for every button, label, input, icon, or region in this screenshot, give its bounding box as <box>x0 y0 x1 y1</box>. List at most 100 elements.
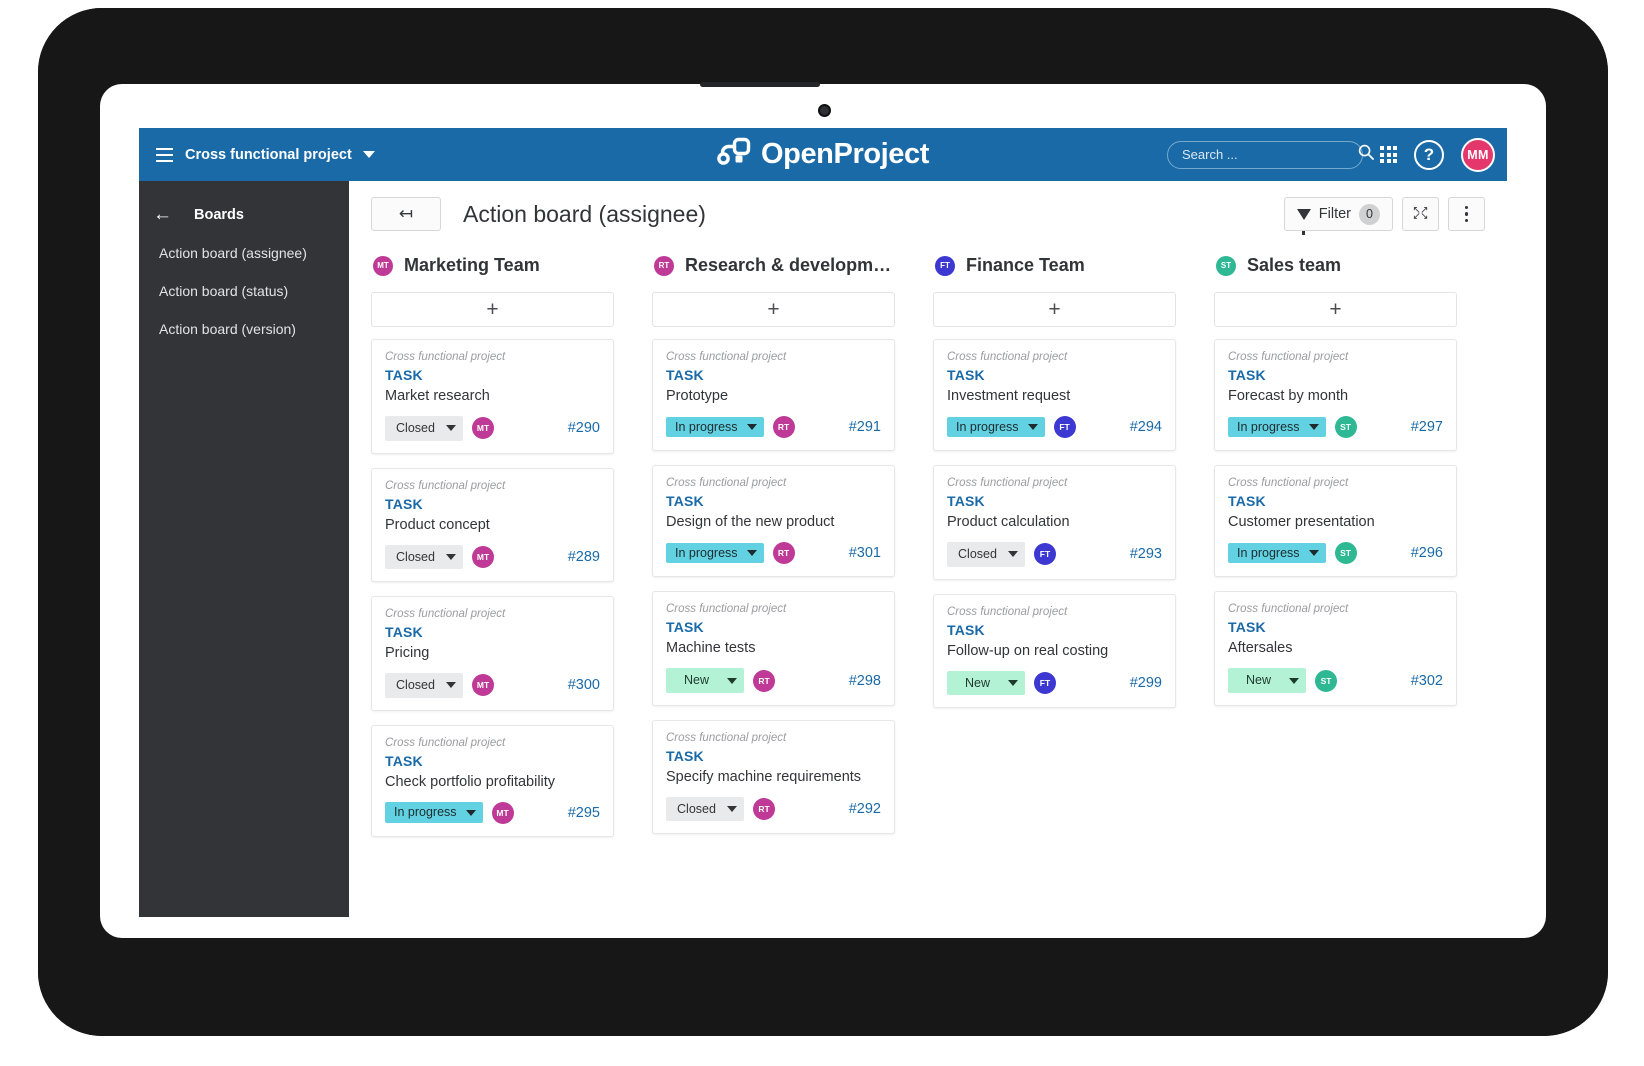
card-assignee-avatar[interactable]: ST <box>1335 542 1357 564</box>
search-icon[interactable] <box>1358 144 1374 165</box>
card-id-link[interactable]: #292 <box>849 801 881 817</box>
card-assignee-avatar[interactable]: MT <box>472 417 494 439</box>
card-subject: Aftersales <box>1228 639 1443 657</box>
brand-name: OpenProject <box>761 138 929 171</box>
status-dropdown[interactable]: New <box>947 671 1025 695</box>
work-package-card[interactable]: Cross functional projectTASKDesign of th… <box>652 465 895 577</box>
add-card-button[interactable]: + <box>652 292 895 327</box>
add-card-button[interactable]: + <box>1214 292 1457 327</box>
status-dropdown[interactable]: Closed <box>385 545 463 569</box>
arrow-back-icon: ↤ <box>399 204 413 224</box>
work-package-card[interactable]: Cross functional projectTASKMarket resea… <box>371 339 614 454</box>
hamburger-icon[interactable] <box>149 140 179 170</box>
back-button[interactable]: ↤ <box>371 197 441 231</box>
card-footer: New RT #298 <box>666 668 881 692</box>
work-package-card[interactable]: Cross functional projectTASKProduct calc… <box>933 465 1176 580</box>
card-id-link[interactable]: #301 <box>849 545 881 561</box>
work-package-card[interactable]: Cross functional projectTASKCustomer pre… <box>1214 465 1457 577</box>
card-project-label: Cross functional project <box>666 603 881 615</box>
sidebar-item-action-board-status[interactable]: Action board (status) <box>139 272 349 310</box>
status-dropdown[interactable]: Closed <box>666 797 744 821</box>
card-id-link[interactable]: #290 <box>568 420 600 436</box>
fullscreen-button[interactable]: ↖↗↙↘ <box>1402 197 1439 231</box>
card-assignee-avatar[interactable]: RT <box>753 670 775 692</box>
card-id-link[interactable]: #299 <box>1130 675 1162 691</box>
card-assignee-avatar[interactable]: MT <box>492 802 514 824</box>
sidebar-title: Boards <box>194 207 244 223</box>
status-dropdown[interactable]: In progress <box>666 417 764 437</box>
work-package-card[interactable]: Cross functional projectTASKForecast by … <box>1214 339 1457 451</box>
more-options-button[interactable] <box>1448 197 1485 231</box>
work-package-card[interactable]: Cross functional projectTASKCheck portfo… <box>371 725 614 837</box>
filter-button[interactable]: Filter 0 <box>1284 197 1393 231</box>
card-id-link[interactable]: #295 <box>568 805 600 821</box>
work-package-card[interactable]: Cross functional projectTASKPricingClose… <box>371 596 614 711</box>
global-search[interactable] <box>1167 141 1363 169</box>
add-card-button[interactable]: + <box>371 292 614 327</box>
card-assignee-avatar[interactable]: FT <box>1034 672 1056 694</box>
card-assignee-avatar[interactable]: RT <box>753 798 775 820</box>
status-dropdown[interactable]: In progress <box>666 543 764 563</box>
status-label: In progress <box>1237 546 1300 560</box>
card-subject: Machine tests <box>666 639 881 657</box>
work-package-card[interactable]: Cross functional projectTASKPrototypeIn … <box>652 339 895 451</box>
card-id-link[interactable]: #291 <box>849 419 881 435</box>
card-id-link[interactable]: #296 <box>1411 545 1443 561</box>
help-icon[interactable]: ? <box>1414 140 1444 170</box>
card-assignee-avatar[interactable]: FT <box>1054 416 1076 438</box>
card-id-link[interactable]: #300 <box>568 677 600 693</box>
card-assignee-avatar[interactable]: MT <box>472 546 494 568</box>
sidebar-back[interactable]: ← Boards <box>139 195 349 234</box>
work-package-card[interactable]: Cross functional projectTASKInvestment r… <box>933 339 1176 451</box>
openproject-logo-icon <box>717 137 751 172</box>
add-card-button[interactable]: + <box>933 292 1176 327</box>
card-subject: Follow-up on real costing <box>947 642 1162 660</box>
card-assignee-avatar[interactable]: FT <box>1034 543 1056 565</box>
sidebar-item-label: Action board (assignee) <box>159 245 307 261</box>
status-dropdown[interactable]: In progress <box>385 802 483 822</box>
card-subject: Check portfolio profitability <box>385 773 600 791</box>
status-dropdown[interactable]: Closed <box>385 416 463 440</box>
card-assignee-avatar[interactable]: MT <box>472 674 494 696</box>
work-package-card[interactable]: Cross functional projectTASKMachine test… <box>652 591 895 706</box>
status-dropdown[interactable]: In progress <box>947 417 1045 437</box>
card-assignee-avatar[interactable]: RT <box>773 542 795 564</box>
status-dropdown[interactable]: New <box>666 668 744 692</box>
chevron-down-icon <box>446 554 456 560</box>
status-dropdown[interactable]: In progress <box>1228 543 1326 563</box>
card-type-label: TASK <box>385 753 600 769</box>
card-type-label: TASK <box>385 624 600 640</box>
status-dropdown[interactable]: Closed <box>385 673 463 697</box>
status-label: Closed <box>394 678 437 692</box>
card-id-link[interactable]: #297 <box>1411 419 1443 435</box>
card-footer: In progress ST #297 <box>1228 416 1443 438</box>
status-dropdown[interactable]: In progress <box>1228 417 1326 437</box>
card-assignee-avatar[interactable]: ST <box>1315 670 1337 692</box>
status-dropdown[interactable]: New <box>1228 668 1306 692</box>
card-id-link[interactable]: #294 <box>1130 419 1162 435</box>
grid-modules-icon[interactable] <box>1380 146 1397 163</box>
work-package-card[interactable]: Cross functional projectTASKProduct conc… <box>371 468 614 583</box>
sidebar-item-label: Action board (version) <box>159 321 296 337</box>
card-subject: Investment request <box>947 387 1162 405</box>
search-input[interactable] <box>1182 147 1358 162</box>
card-assignee-avatar[interactable]: RT <box>773 416 795 438</box>
card-id-link[interactable]: #289 <box>568 549 600 565</box>
card-assignee-initials: MT <box>496 808 508 818</box>
sidebar-item-action-board-assignee[interactable]: Action board (assignee) <box>139 234 349 272</box>
work-package-card[interactable]: Cross functional projectTASKFollow-up on… <box>933 594 1176 709</box>
card-id-link[interactable]: #293 <box>1130 546 1162 562</box>
project-selector[interactable]: Cross functional project <box>185 147 375 163</box>
column-avatar-initials: FT <box>940 261 950 270</box>
board-content: ↤ Action board (assignee) Filter 0 ↖↗↙↘ <box>349 181 1507 917</box>
board-column: RTResearch & developmen...+Cross functio… <box>652 255 895 848</box>
avatar[interactable]: MM <box>1461 138 1495 172</box>
chevron-down-icon <box>1309 424 1319 430</box>
card-id-link[interactable]: #302 <box>1411 673 1443 689</box>
card-id-link[interactable]: #298 <box>849 673 881 689</box>
sidebar-item-action-board-version[interactable]: Action board (version) <box>139 310 349 348</box>
work-package-card[interactable]: Cross functional projectTASKAftersalesNe… <box>1214 591 1457 706</box>
card-assignee-avatar[interactable]: ST <box>1335 416 1357 438</box>
work-package-card[interactable]: Cross functional projectTASKSpecify mach… <box>652 720 895 835</box>
status-dropdown[interactable]: Closed <box>947 542 1025 566</box>
